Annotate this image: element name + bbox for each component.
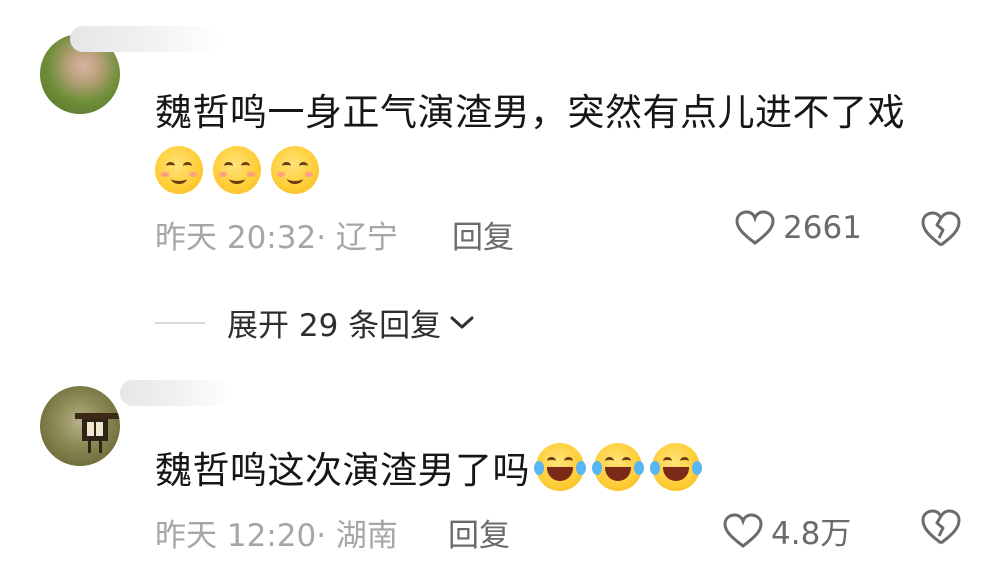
like-button[interactable]: 4.8万 (723, 508, 851, 553)
divider (155, 321, 205, 324)
expand-replies-button[interactable]: 展开 29 条回复 (155, 300, 475, 345)
like-count: 4.8万 (771, 516, 852, 552)
avatar[interactable] (40, 386, 120, 466)
smile-blush-emoji (271, 146, 319, 194)
comment-meta: 昨天 20:32· 辽宁 (155, 220, 398, 256)
username-blurred[interactable] (70, 26, 220, 52)
comment-meta: 昨天 12:20· 湖南 (155, 518, 398, 554)
laugh-tears-emoji (534, 443, 586, 491)
chevron-down-icon (450, 316, 474, 328)
laugh-tears-emoji (650, 443, 702, 491)
comment-line: 魏哲鸣这次演渣男了吗 (155, 440, 702, 494)
reply-button[interactable]: 回复 (452, 212, 514, 257)
comment-text: 魏哲鸣一身正气演渣男，突然有点儿进不了戏 (155, 91, 905, 134)
username-blurred[interactable] (120, 380, 230, 406)
heart-icon (735, 210, 775, 245)
expand-replies-label: 展开 29 条回复 (227, 308, 442, 344)
laugh-tears-emoji (592, 443, 644, 491)
comment-text: 魏哲鸣这次演渣男了吗 (155, 449, 530, 492)
heart-icon (723, 512, 763, 548)
broken-heart-icon[interactable] (920, 210, 962, 248)
like-button[interactable]: 2661 (735, 210, 862, 246)
emoji-row (155, 146, 319, 194)
smile-blush-emoji (155, 146, 203, 194)
emoji-row (534, 443, 702, 491)
reply-button[interactable]: 回复 (448, 510, 510, 555)
lantern-icon (75, 413, 120, 453)
broken-heart-icon[interactable] (920, 508, 962, 546)
smile-blush-emoji (213, 146, 261, 194)
like-count: 2661 (783, 210, 862, 246)
